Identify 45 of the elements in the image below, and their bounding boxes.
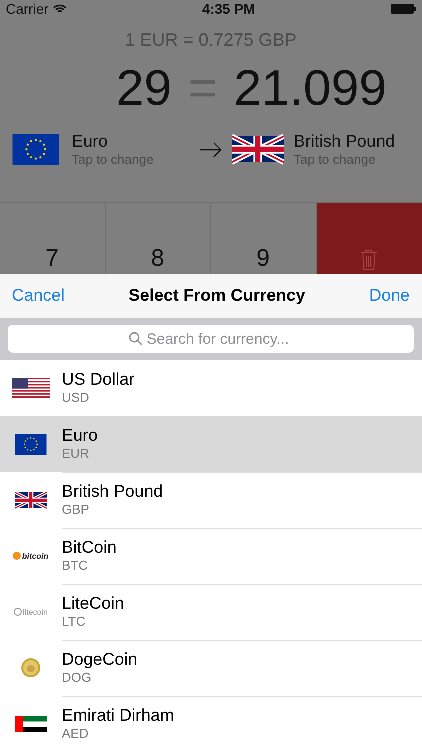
- currency-row[interactable]: DogeCoin DOG: [0, 640, 422, 696]
- bitcoin-logo: bitcoin: [13, 552, 49, 560]
- done-button[interactable]: Done: [369, 286, 410, 306]
- flag-icon: [232, 134, 284, 166]
- currency-name: Emirati Dirham: [62, 706, 174, 726]
- flag-icon: [15, 434, 47, 454]
- currency-name: DogeCoin: [62, 650, 138, 670]
- currency-row[interactable]: bitcoin BitCoin BTC: [0, 528, 422, 584]
- arrow-icon: [200, 142, 222, 158]
- coin-icon: [21, 658, 41, 678]
- battery-icon: [390, 4, 416, 14]
- currency-code: LTC: [62, 614, 86, 629]
- search-field[interactable]: Search for currency...: [8, 325, 414, 353]
- flag-icon: [12, 378, 50, 398]
- currency-code: AED: [62, 726, 89, 741]
- currency-row[interactable]: British Pound GBP: [0, 472, 422, 528]
- currency-code: GBP: [62, 502, 90, 517]
- trash-icon: [360, 250, 378, 270]
- currency-row[interactable]: Euro EUR: [0, 416, 422, 472]
- cancel-button[interactable]: Cancel: [12, 286, 65, 306]
- currency-code: DOG: [62, 670, 92, 685]
- currency-name: Euro: [62, 426, 98, 446]
- from-amount: 29: [115, 58, 172, 117]
- wifi-icon: [52, 4, 67, 14]
- flag-icon: [10, 134, 62, 166]
- sheet-title: Select From Currency: [128, 286, 306, 306]
- currency-name: British Pound: [62, 482, 164, 502]
- currency-code: BTC: [62, 558, 88, 573]
- to-amount: 21.099: [234, 58, 388, 117]
- currency-name[interactable]: British Pound: [294, 132, 396, 152]
- status-time: 4:35 PM: [202, 0, 256, 17]
- currency-row[interactable]: litecoin LiteCoin LTC: [0, 584, 422, 640]
- currency-code: EUR: [62, 446, 90, 461]
- carrier-label: Carrier: [6, 0, 49, 17]
- currency-name: LiteCoin: [62, 594, 124, 614]
- currency-name: BitCoin: [62, 538, 117, 558]
- currency-name[interactable]: Euro: [72, 132, 154, 152]
- currency-row[interactable]: Emirati Dirham AED: [0, 696, 422, 750]
- currency-code: USD: [62, 390, 90, 405]
- currency-name: US Dollar: [62, 370, 135, 390]
- flag-icon: [15, 714, 47, 734]
- equals-sign: =: [187, 58, 219, 117]
- delete-key[interactable]: [316, 203, 422, 274]
- flag-icon: [15, 490, 47, 510]
- litecoin-logo: litecoin: [14, 608, 48, 616]
